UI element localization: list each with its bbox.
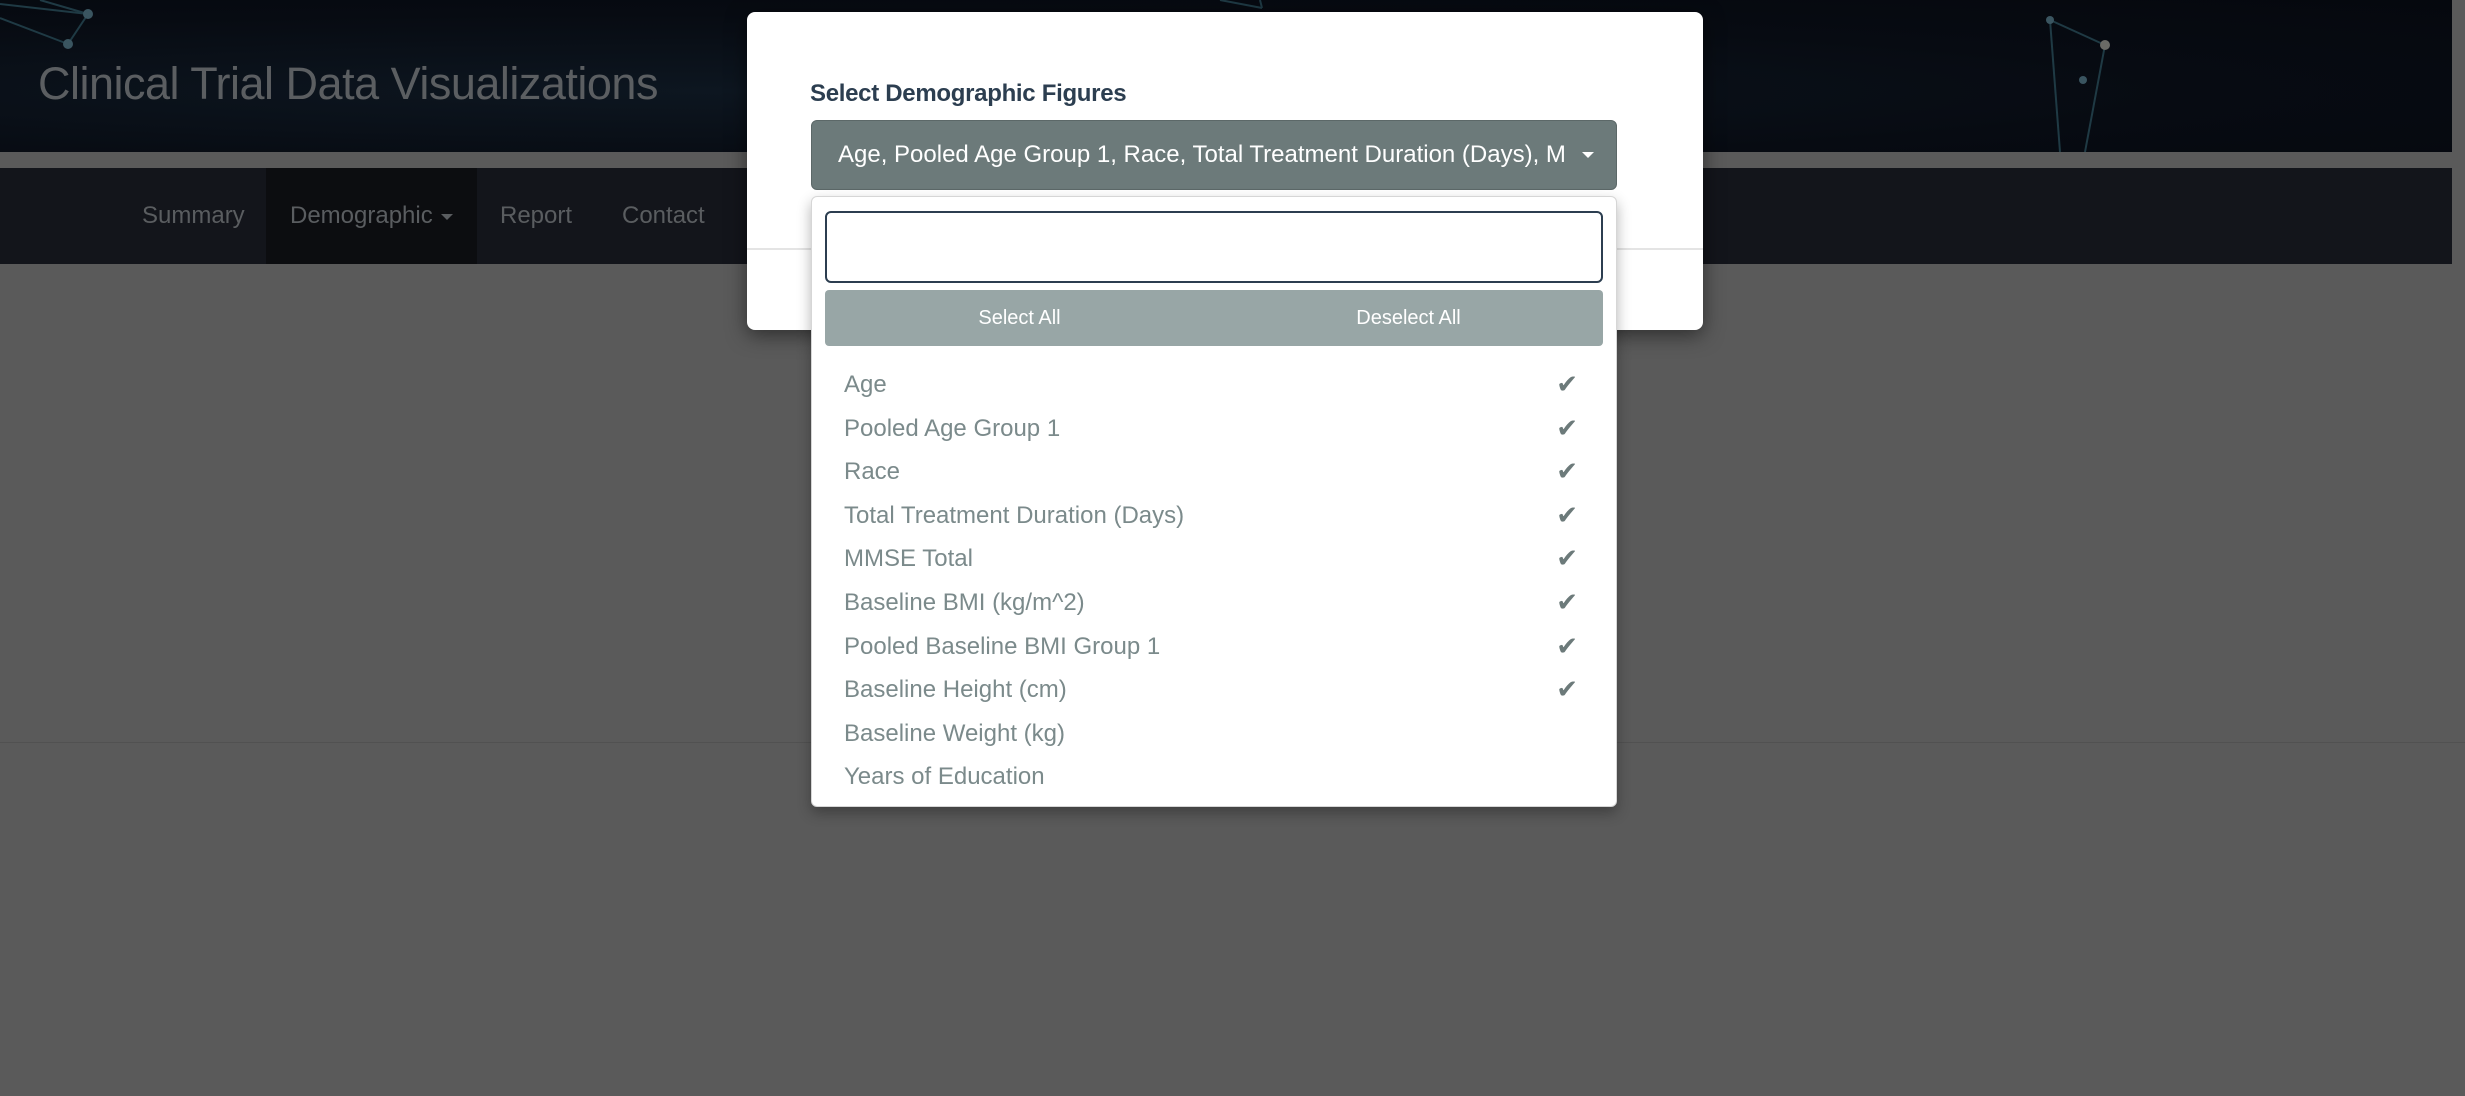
option-item[interactable]: Baseline Height (cm) ✔: [812, 668, 1616, 712]
nav-item-label: Contact: [622, 202, 705, 229]
option-item[interactable]: Age ✔: [812, 363, 1616, 407]
select-all-button[interactable]: Select All: [825, 290, 1214, 346]
caret-down-icon: [440, 213, 453, 220]
option-item[interactable]: Pooled Age Group 1 ✔: [812, 407, 1616, 451]
nav-item-label: Demographic: [290, 202, 433, 229]
checkmark-icon: ✔: [1556, 499, 1578, 530]
checkmark-icon: ✔: [1556, 456, 1578, 487]
site-title: Clinical Trial Data Visualizations: [38, 58, 658, 109]
option-item[interactable]: Baseline Weight (kg): [812, 712, 1616, 756]
option-label: Baseline BMI (kg/m^2): [844, 588, 1085, 616]
nav-item-contact[interactable]: Contact: [598, 168, 729, 264]
option-label: Pooled Baseline BMI Group 1: [844, 632, 1161, 660]
option-item[interactable]: Baseline BMI (kg/m^2) ✔: [812, 581, 1616, 625]
checkmark-icon: ✔: [1556, 543, 1578, 574]
checkmark-icon: ✔: [1556, 674, 1578, 705]
option-label: Years of Education: [844, 763, 1045, 791]
field-label: Select Demographic Figures: [810, 80, 1127, 107]
option-item[interactable]: Race ✔: [812, 450, 1616, 494]
checkmark-icon: ✔: [1556, 412, 1578, 443]
option-label: Total Treatment Duration (Days): [844, 501, 1185, 529]
option-item[interactable]: Pooled Baseline BMI Group 1 ✔: [812, 625, 1616, 669]
figure-multiselect[interactable]: Age, Pooled Age Group 1, Race, Total Tre…: [811, 120, 1617, 190]
checkmark-icon: ✔: [1556, 630, 1578, 661]
nav-item-label: Summary: [142, 202, 245, 229]
multiselect-dropdown-menu: Select All Deselect All Age ✔ Pooled Age G…: [811, 196, 1617, 807]
checkmark-icon: ✔: [1556, 586, 1578, 617]
nav-item-label: Report: [500, 202, 573, 229]
option-label: Race: [844, 458, 901, 486]
option-item[interactable]: Total Treatment Duration (Days) ✔: [812, 494, 1616, 538]
option-search-input[interactable]: [825, 211, 1603, 283]
option-label: Baseline Weight (kg): [844, 719, 1065, 747]
option-label: Age: [844, 371, 887, 398]
selected-values-text: Age, Pooled Age Group 1, Race, Total Tre…: [838, 141, 1566, 168]
nav-item-summary[interactable]: Summary: [118, 168, 269, 264]
deselect-all-button[interactable]: Deselect All: [1214, 290, 1603, 346]
option-item[interactable]: MMSE Total ✔: [812, 537, 1616, 581]
option-label: Pooled Age Group 1: [844, 414, 1061, 442]
caret-down-icon: [1582, 152, 1594, 158]
nav-item-report[interactable]: Report: [476, 168, 596, 264]
option-label: Baseline Height (cm): [844, 676, 1067, 704]
option-item[interactable]: Years of Education: [812, 755, 1616, 799]
option-list: Age ✔ Pooled Age Group 1 ✔ Race ✔ Total Treatm…: [812, 363, 1616, 799]
option-label: MMSE Total: [844, 545, 973, 573]
bulk-actions: Select All Deselect All: [825, 290, 1603, 346]
checkmark-icon: ✔: [1556, 369, 1578, 399]
nav-item-demographic[interactable]: Demographic: [266, 168, 477, 264]
